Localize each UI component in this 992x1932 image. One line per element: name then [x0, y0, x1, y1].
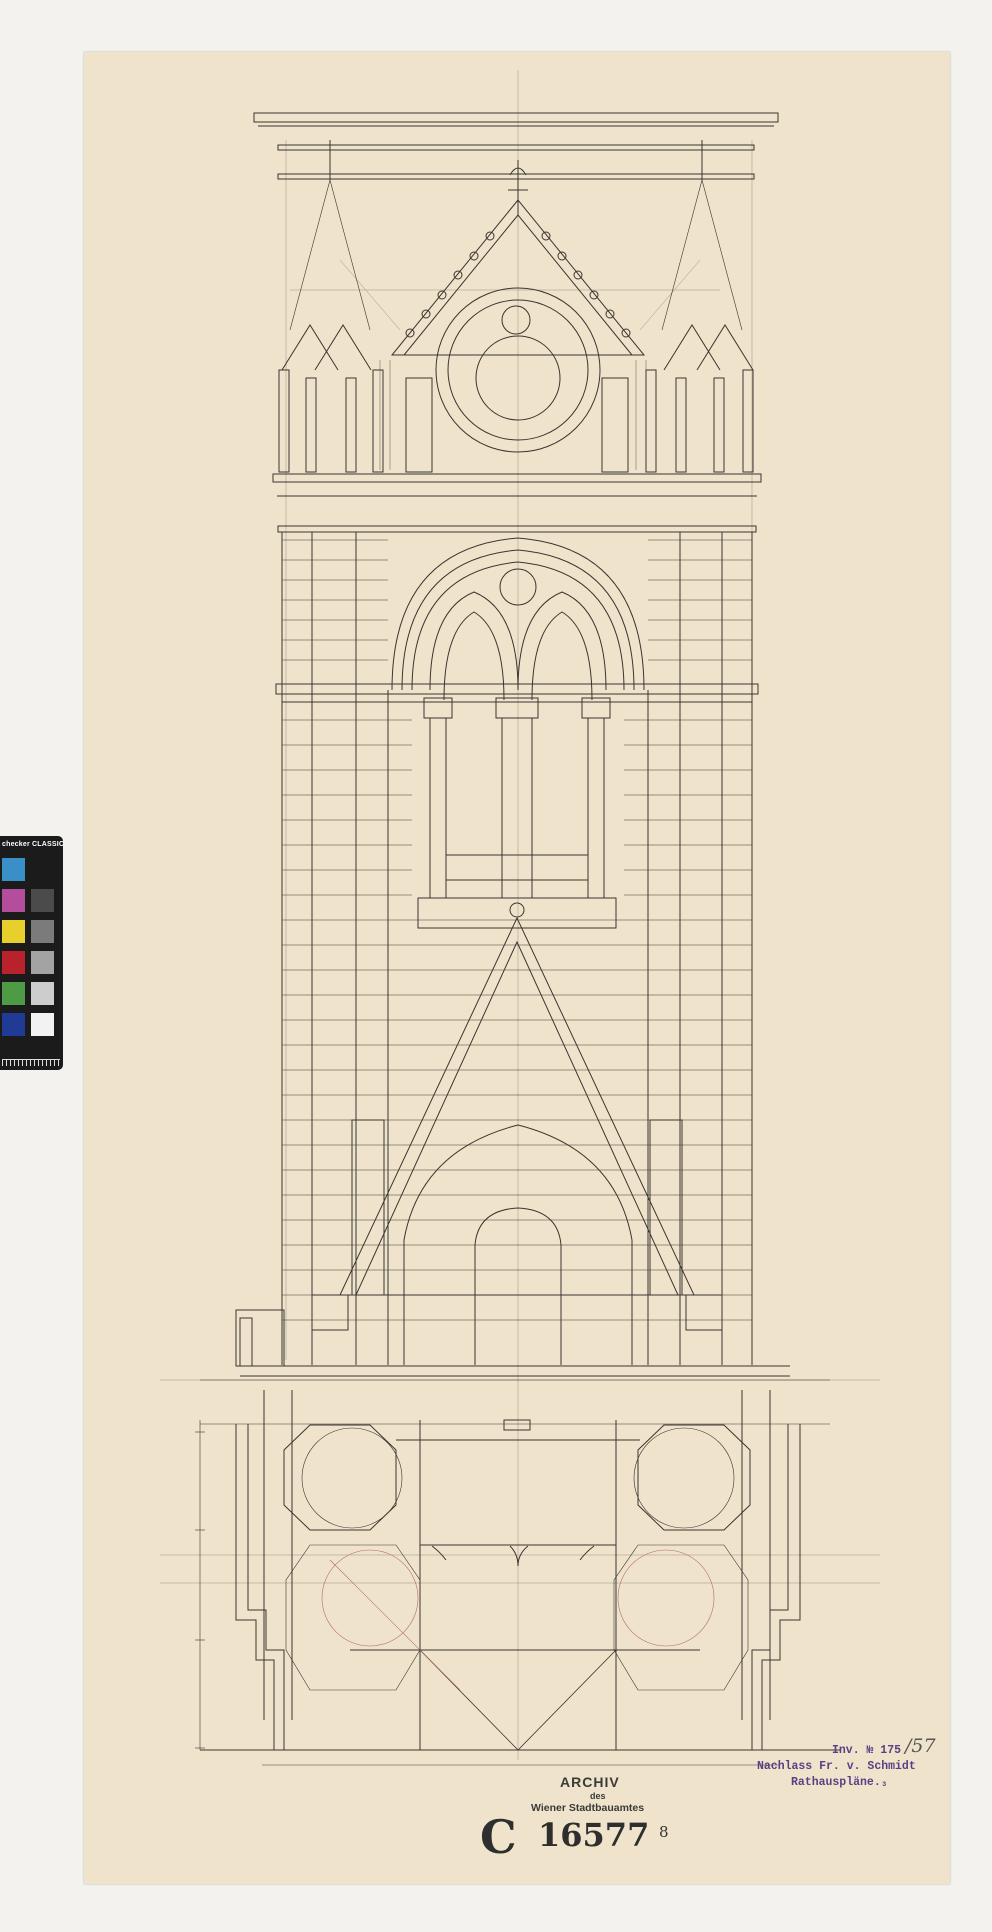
- gray-swatch: [31, 982, 54, 1005]
- inventory-number-stamp: Inv. № 175: [832, 1744, 902, 1757]
- construction-lines: [160, 70, 880, 1760]
- colonnettes: [278, 360, 754, 473]
- color-checker-card: checker CLASSIC: [0, 836, 65, 1070]
- side-arcades: [281, 324, 754, 371]
- rathausplaene-stamp: Rathauspläne.₃: [791, 1776, 888, 1789]
- ground-plan: [200, 1390, 840, 1766]
- gray-swatch: [31, 858, 54, 881]
- color-swatch: [2, 858, 25, 881]
- archive-stamp-office: Wiener Stadtbauamtes: [531, 1802, 645, 1814]
- archive-stamp-des: des: [590, 1791, 606, 1801]
- sheet-number: 8: [659, 1823, 669, 1841]
- color-swatch: [2, 889, 25, 912]
- color-swatch: [2, 951, 25, 974]
- gray-swatch: [31, 889, 54, 912]
- belfry-cornice: [272, 473, 762, 533]
- color-swatch: [2, 920, 25, 943]
- color-swatch: [2, 982, 25, 1005]
- portal-gable: [311, 916, 723, 1365]
- dimension-chain: [195, 1420, 205, 1750]
- tower-base: [200, 1309, 830, 1425]
- tower-elevation-drawing: [160, 70, 880, 1766]
- color-checker-title: checker CLASSIC: [2, 841, 65, 848]
- pencil-note: /57: [905, 1735, 936, 1757]
- collection-number: 16577: [538, 1816, 650, 1854]
- archive-stamp-title: ARCHIV: [560, 1774, 620, 1790]
- checker-ruler: [2, 1059, 60, 1066]
- color-swatch: [2, 1013, 25, 1036]
- tower-body: [275, 532, 759, 1365]
- gray-swatch: [31, 951, 54, 974]
- gray-swatch: [31, 920, 54, 943]
- collection-letter: C: [480, 1810, 517, 1864]
- nachlass-stamp: Nachlass Fr. v. Schmidt: [757, 1760, 916, 1773]
- top-cornice: [253, 112, 779, 180]
- gray-swatch: [31, 1013, 54, 1036]
